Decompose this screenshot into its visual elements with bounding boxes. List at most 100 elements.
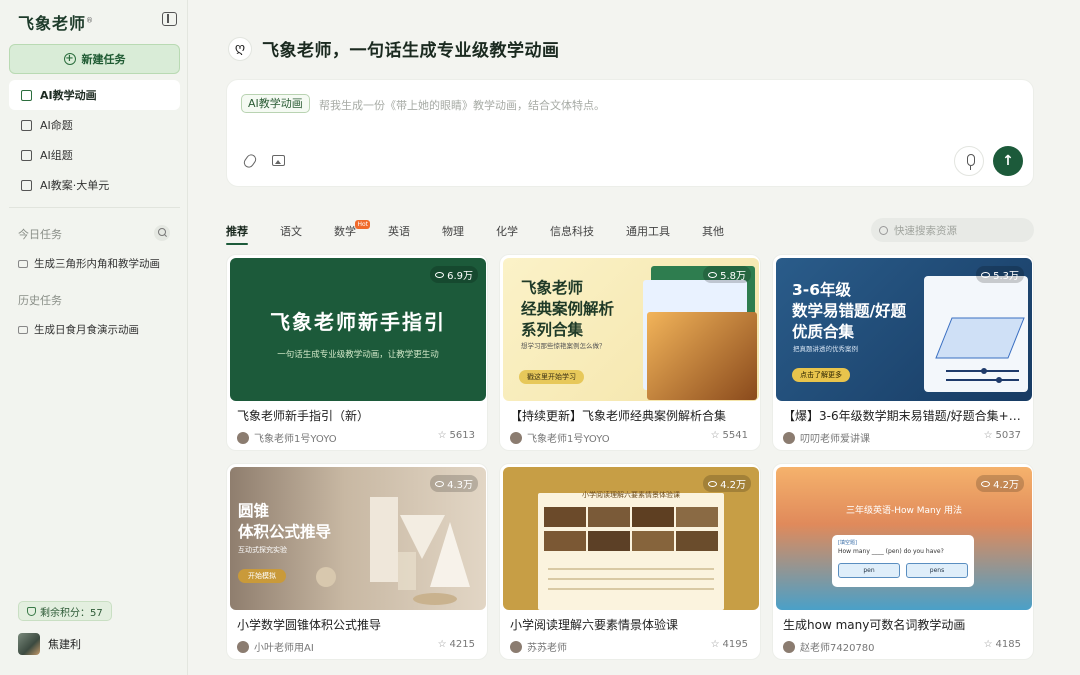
favorite-count[interactable]: ☆ 5613 [438, 430, 475, 441]
card-title[interactable]: 小学阅读理解六要素情景体验课 [510, 616, 755, 633]
view-count: 4.3万 [430, 475, 478, 492]
tab-chinese[interactable]: 语文 [280, 223, 302, 245]
sidebar-item-ai-paper[interactable]: AI组题 [9, 140, 180, 170]
sidebar: 飞象老师® + 新建任务 AI教学动画 AI命题 AI组题 AI教案·大单元 今… [0, 0, 188, 675]
today-tasks-title: 今日任务 [18, 228, 62, 241]
image-upload-icon[interactable] [272, 155, 285, 166]
resource-card[interactable]: 3-6年级 数学易错题/好题 优质合集 把真题讲透的优秀案例 点击了解更多 5.… [772, 254, 1034, 451]
sidebar-item-ai-lesson-plan[interactable]: AI教案·大单元 [9, 170, 180, 200]
tab-physics[interactable]: 物理 [442, 223, 464, 245]
view-count: 4.2万 [703, 475, 751, 492]
card-thumbnail[interactable]: 飞象老师 经典案例解析 系列合集 想学习那些惊艳案例怎么做？ 戳这里开始学习 5… [503, 258, 759, 401]
answer-option[interactable]: pen [838, 563, 900, 578]
start-learning-button[interactable]: 戳这里开始学习 [519, 370, 584, 384]
book-icon [21, 179, 32, 191]
card-author[interactable]: 小叶老师用AI [237, 639, 314, 654]
points-badge[interactable]: 剩余积分：57 [18, 601, 112, 621]
prompt-input[interactable]: 帮我生成一份《带上她的眼睛》教学动画，结合文体特点。 [319, 97, 605, 113]
resource-card[interactable]: 小学阅读理解六要素情景体验课 4.2万 小学阅读理解六要素情景体验课 苏苏老师 … [499, 463, 761, 660]
eye-icon [708, 480, 718, 487]
avatar [237, 640, 249, 653]
eye-icon [435, 271, 445, 278]
card-title[interactable]: 小学数学圆锥体积公式推导 [237, 616, 482, 633]
user-profile[interactable]: 焦建利 [18, 633, 81, 655]
quiz-dialog: [填空题] How many ____ (pen) do you have? p… [832, 535, 974, 587]
send-button[interactable]: ↑ [993, 146, 1023, 176]
card-thumbnail[interactable]: 三年级英语-How Many 用法 [填空题] How many ____ (p… [776, 467, 1032, 610]
sidebar-item-ai-question[interactable]: AI命题 [9, 110, 180, 140]
favorite-count[interactable]: ☆ 5037 [984, 430, 1021, 441]
learn-more-button[interactable]: 点击了解更多 [792, 368, 850, 382]
task-item[interactable]: 生成日食月食演示动画 [18, 322, 139, 337]
scene-images [544, 507, 718, 590]
start-simulation-button[interactable]: 开始模拟 [238, 569, 286, 583]
sidebar-collapse-icon[interactable] [162, 12, 177, 26]
shield-icon [27, 606, 36, 616]
brand-icon: ღ [228, 36, 252, 61]
eye-icon [708, 271, 718, 278]
tab-english[interactable]: 英语 [388, 223, 410, 245]
card-thumbnail[interactable]: 飞象老师新手指引 一句话生成专业级教学动画，让教学更生动 6.9万 [230, 258, 486, 401]
task-search-icon[interactable] [154, 225, 170, 241]
resource-card[interactable]: 圆锥 体积公式推导 互动式探究实验 开始模拟 4.3万 小学数学圆锥体积公式推导… [226, 463, 488, 660]
prompt-mode-tag[interactable]: AI教学动画 [241, 94, 310, 113]
category-tabs: 推荐 语文 数学 Hot 英语 物理 化学 信息科技 通用工具 其他 [226, 220, 756, 245]
card-thumbnail[interactable]: 小学阅读理解六要素情景体验课 4.2万 [503, 467, 759, 610]
eye-icon [981, 480, 991, 487]
tab-it[interactable]: 信息科技 [550, 223, 594, 245]
resource-search-input[interactable]: 快速搜索资源 [871, 218, 1034, 242]
eye-icon [435, 480, 445, 487]
sidebar-divider [9, 207, 180, 208]
star-icon: ☆ [437, 639, 447, 650]
search-icon [879, 225, 888, 235]
task-item[interactable]: 生成三角形内角和教学动画 [18, 256, 160, 271]
card-thumbnail[interactable]: 圆锥 体积公式推导 互动式探究实验 开始模拟 4.3万 [230, 467, 486, 610]
history-tasks-title: 历史任务 [18, 294, 62, 307]
view-count: 5.8万 [703, 266, 751, 283]
resource-card[interactable]: 三年级英语-How Many 用法 [填空题] How many ____ (p… [772, 463, 1034, 660]
favorite-count[interactable]: ☆ 5541 [711, 430, 748, 441]
card-author[interactable]: 苏苏老师 [510, 639, 567, 654]
card-author[interactable]: 叨叨老师爱讲课 [783, 430, 870, 445]
avatar [237, 431, 249, 444]
card-thumbnail[interactable]: 3-6年级 数学易错题/好题 优质合集 把真题讲透的优秀案例 点击了解更多 5.… [776, 258, 1032, 401]
card-author[interactable]: 飞象老师1号YOYO [510, 430, 610, 445]
new-task-button[interactable]: + 新建任务 [9, 44, 180, 74]
card-title[interactable]: 生成how many可数名词教学动画 [783, 616, 1028, 633]
favorite-count[interactable]: ☆ 4195 [711, 639, 748, 650]
star-icon: ☆ [983, 430, 993, 441]
card-author[interactable]: 赵老师7420780 [783, 639, 875, 654]
avatar [783, 431, 795, 444]
card-title[interactable]: 【持续更新】飞象老师经典案例解析合集 [510, 407, 755, 424]
attachment-icon[interactable] [241, 152, 259, 170]
star-icon: ☆ [983, 639, 993, 650]
tab-tools[interactable]: 通用工具 [626, 223, 670, 245]
tab-chemistry[interactable]: 化学 [496, 223, 518, 245]
resource-card[interactable]: 飞象老师新手指引 一句话生成专业级教学动画，让教学更生动 6.9万 飞象老师新手… [226, 254, 488, 451]
page-title: 飞象老师，一句话生成专业级教学动画 [262, 41, 560, 61]
eye-icon [981, 271, 991, 278]
tab-other[interactable]: 其他 [702, 223, 724, 245]
tab-recommend[interactable]: 推荐 [226, 223, 248, 245]
avatar [18, 633, 40, 655]
tab-math[interactable]: 数学 Hot [334, 220, 370, 245]
chat-icon [18, 325, 28, 334]
logo[interactable]: 飞象老师® [18, 10, 94, 34]
card-title[interactable]: 【爆】3-6年级数学期末易错题/好题合集+… [783, 407, 1028, 424]
answer-option[interactable]: pens [906, 563, 968, 578]
favorite-count[interactable]: ☆ 4215 [438, 639, 475, 650]
parallelogram-diagram [935, 317, 1025, 383]
card-title[interactable]: 飞象老师新手指引（新） [237, 407, 482, 424]
prompt-card[interactable]: AI教学动画 帮我生成一份《带上她的眼睛》教学动画，结合文体特点。 ↑ [226, 79, 1034, 187]
sidebar-item-ai-animation[interactable]: AI教学动画 [9, 80, 180, 110]
sidebar-nav: AI教学动画 AI命题 AI组题 AI教案·大单元 [9, 80, 180, 200]
avatar [510, 640, 522, 653]
microphone-button[interactable] [954, 146, 984, 176]
favorite-count[interactable]: ☆ 4185 [984, 639, 1021, 650]
chat-icon [18, 259, 28, 268]
view-count: 5.3万 [976, 266, 1024, 283]
star-icon: ☆ [710, 430, 720, 441]
resource-card[interactable]: 飞象老师 经典案例解析 系列合集 想学习那些惊艳案例怎么做？ 戳这里开始学习 5… [499, 254, 761, 451]
avatar [783, 640, 795, 653]
card-author[interactable]: 飞象老师1号YOYO [237, 430, 337, 445]
